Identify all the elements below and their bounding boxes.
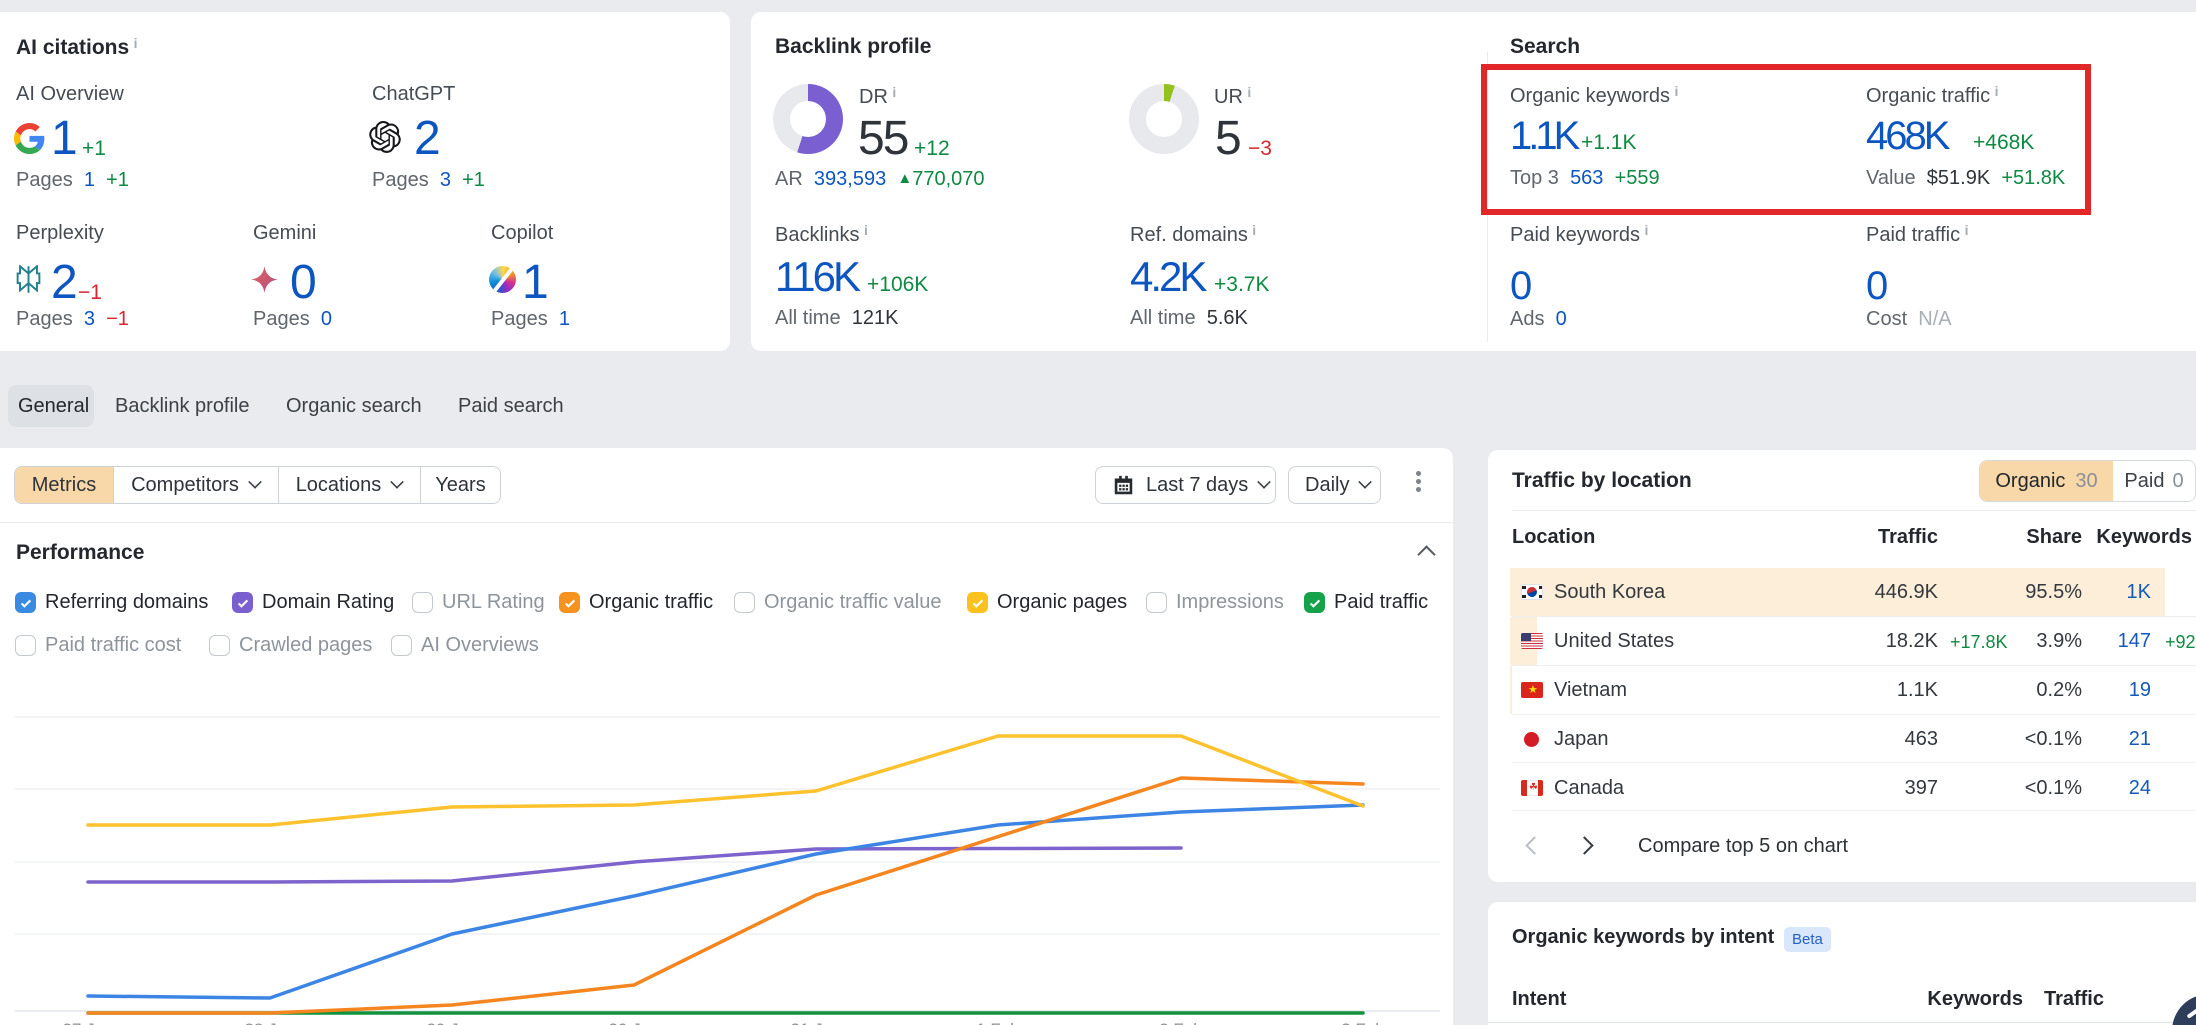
svg-text:29 Jan: 29 Jan: [426, 1020, 477, 1025]
svg-text:3 Feb: 3 Feb: [1341, 1020, 1384, 1025]
svg-text:28 Jan: 28 Jan: [244, 1020, 295, 1025]
svg-text:27 Jan: 27 Jan: [62, 1020, 113, 1025]
svg-text:31 Jan: 31 Jan: [790, 1020, 841, 1025]
svg-text:2 Feb: 2 Feb: [1159, 1020, 1202, 1025]
svg-text:30 Jan: 30 Jan: [608, 1020, 659, 1025]
svg-text:1 Feb: 1 Feb: [976, 1020, 1019, 1025]
